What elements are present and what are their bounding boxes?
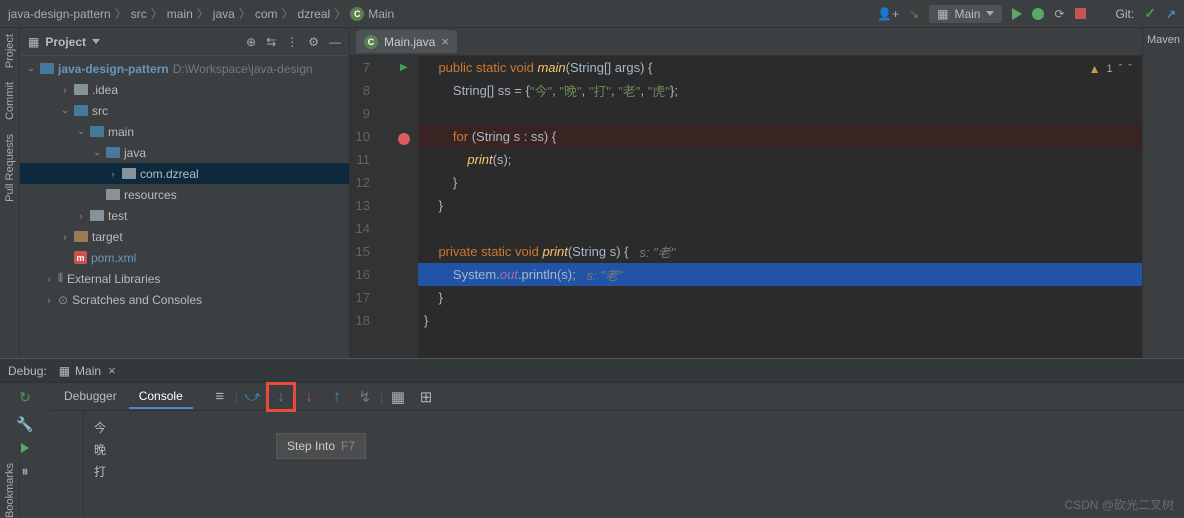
sidebar-project[interactable]: Project <box>4 34 16 68</box>
tree-row[interactable]: ›.idea <box>20 79 349 100</box>
debug-button[interactable] <box>1032 8 1044 20</box>
editor-tab-main[interactable]: C Main.java × <box>356 30 457 53</box>
git-label: Git: <box>1116 7 1135 21</box>
console-output[interactable]: 今 晚 打 <box>84 411 1184 517</box>
project-tree[interactable]: ⌄ java-design-pattern D:\Workspace\java-… <box>20 56 349 358</box>
close-icon[interactable]: × <box>108 363 116 378</box>
tree-row[interactable]: ⌄java <box>20 142 349 163</box>
tree-label: src <box>92 104 108 118</box>
code-editor[interactable]: 789101112131415161718 ▶ public static vo… <box>350 56 1142 358</box>
close-tab-icon[interactable]: × <box>441 34 449 49</box>
tree-row[interactable]: ›com.dzreal <box>20 163 349 184</box>
run-config-selector[interactable]: ▦Main <box>929 5 1002 23</box>
crumb[interactable]: Main <box>368 7 394 21</box>
folder-icon <box>90 210 104 221</box>
build-icon[interactable]: ↘ <box>909 7 919 21</box>
tree-label: pom.xml <box>91 251 136 265</box>
tree-row[interactable]: ›target <box>20 226 349 247</box>
tree-row[interactable]: ›test <box>20 205 349 226</box>
tree-label: test <box>108 209 127 223</box>
step-out-button[interactable]: ↑ <box>324 384 350 410</box>
crumb[interactable]: com <box>255 7 278 21</box>
divider: ⋮ <box>286 35 298 49</box>
project-title: Project <box>45 35 86 49</box>
git-push-icon[interactable]: ↗ <box>1166 7 1176 21</box>
expand-icon[interactable]: ⇆ <box>266 35 276 49</box>
run-gutter-icon[interactable]: ▶ <box>400 62 408 73</box>
settings-icon[interactable]: ⚙ <box>308 35 319 49</box>
tree-label: java <box>124 146 146 160</box>
folder-blue-icon <box>90 126 104 137</box>
breadcrumb[interactable]: java-design-pattern〉 src〉 main〉 java〉 co… <box>8 5 394 22</box>
debugger-tab[interactable]: Debugger <box>54 385 127 409</box>
breakpoint-icon[interactable] <box>398 133 410 145</box>
modify-run-icon[interactable]: 🔧 <box>16 416 33 433</box>
console-tab[interactable]: Console <box>129 385 193 409</box>
tree-label: Scratches and Consoles <box>72 293 202 307</box>
evaluate-button[interactable]: ▦ <box>385 384 411 410</box>
inspection-summary[interactable]: ▲ 1 ˆˇ <box>1089 62 1132 76</box>
folder-icon <box>74 84 88 95</box>
crumb[interactable]: java-design-pattern <box>8 7 111 21</box>
coverage-button[interactable]: ⟳ <box>1054 7 1064 21</box>
folder-orange-icon <box>74 231 88 242</box>
debug-title: Debug: <box>8 364 47 378</box>
step-over-button[interactable]: ⤻ <box>240 384 266 410</box>
tree-label: .idea <box>92 83 118 97</box>
stop-button[interactable] <box>1075 8 1086 19</box>
lib-icon: ⫴ <box>58 271 63 286</box>
drop-frame-button[interactable]: ↯ <box>352 384 378 410</box>
threads-icon[interactable]: ≡ <box>207 384 233 410</box>
tree-root[interactable]: ⌄ java-design-pattern D:\Workspace\java-… <box>20 58 349 79</box>
class-icon: C <box>364 35 378 49</box>
tree-label: External Libraries <box>67 272 160 286</box>
tree-row[interactable]: resources <box>20 184 349 205</box>
m-icon: m <box>74 251 87 264</box>
tree-row[interactable]: ›⫴External Libraries <box>20 268 349 289</box>
warning-icon: ▲ <box>1089 62 1101 76</box>
scratch-icon: ⊙ <box>58 293 68 307</box>
force-step-into-button[interactable]: ↓ <box>296 384 322 410</box>
sidebar-maven[interactable]: Maven <box>1143 34 1184 46</box>
tree-row[interactable]: ⌄src <box>20 100 349 121</box>
trace-button[interactable]: ⊞ <box>413 384 439 410</box>
tree-label: resources <box>124 188 177 202</box>
crumb[interactable]: dzreal <box>298 7 331 21</box>
crumb[interactable]: src <box>131 7 147 21</box>
crumb[interactable]: java <box>213 7 235 21</box>
folder-blue-icon <box>106 147 120 158</box>
pause-button[interactable]: ⏸ <box>22 463 29 480</box>
step-into-tooltip: Step IntoF7 <box>276 433 366 459</box>
select-file-icon[interactable]: ⊕ <box>246 35 256 49</box>
tree-row[interactable]: m pom.xml <box>20 247 349 268</box>
class-icon: C <box>350 7 364 21</box>
resume-button[interactable] <box>21 443 29 453</box>
tree-label: main <box>108 125 134 139</box>
watermark: CSDN @砍光二叉树 <box>1064 496 1174 513</box>
crumb[interactable]: main <box>167 7 193 21</box>
folder-blue-icon <box>74 105 88 116</box>
folder-icon <box>106 189 120 200</box>
git-update-icon[interactable]: ✓ <box>1144 5 1156 22</box>
tree-label: target <box>92 230 123 244</box>
tree-row[interactable]: ›⊙Scratches and Consoles <box>20 289 349 310</box>
tree-label: com.dzreal <box>140 167 199 181</box>
debug-session-tab[interactable]: ▦Main× <box>53 360 122 381</box>
hide-icon[interactable]: — <box>329 35 341 49</box>
add-user-icon[interactable]: 👤+ <box>877 7 899 21</box>
run-button[interactable] <box>1012 8 1022 20</box>
step-into-button[interactable]: ↓ <box>268 384 294 410</box>
sidebar-commit[interactable]: Commit <box>4 82 16 120</box>
sidebar-pull-requests[interactable]: Pull Requests <box>4 134 16 202</box>
folder-icon <box>122 168 136 179</box>
rerun-button[interactable]: ↻ <box>19 389 31 406</box>
tree-row[interactable]: ⌄main <box>20 121 349 142</box>
sidebar-bookmarks[interactable]: Bookmarks <box>4 463 16 518</box>
